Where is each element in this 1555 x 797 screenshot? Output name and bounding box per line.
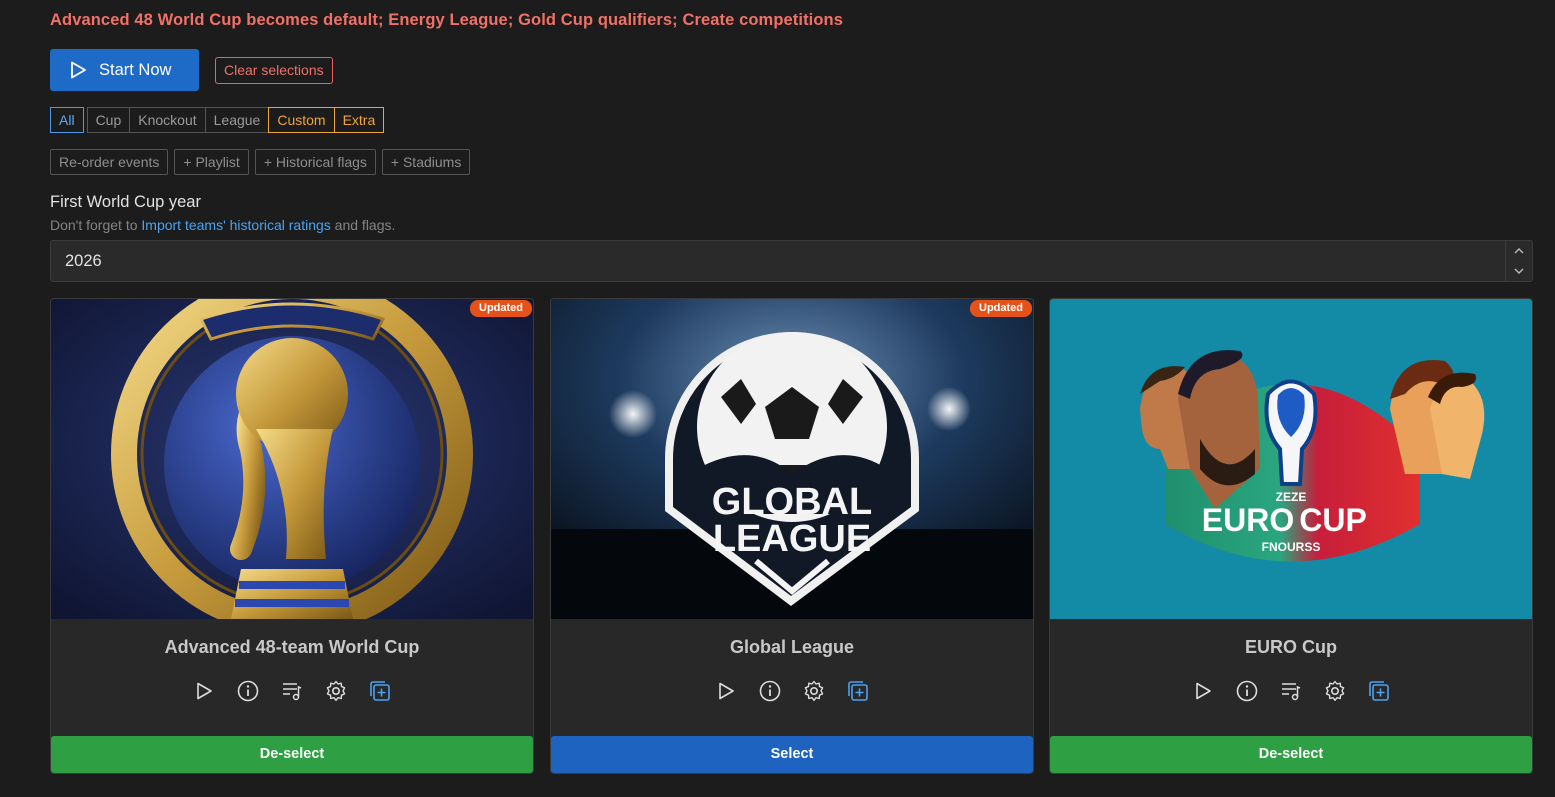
deselect-button[interactable]: De-select	[1050, 736, 1532, 773]
global-text-2: LEAGUE	[713, 518, 871, 560]
deselect-button[interactable]: De-select	[51, 736, 533, 773]
world-cup-image	[51, 299, 533, 619]
filter-custom[interactable]: Custom	[268, 107, 335, 133]
gear-icon[interactable]	[803, 679, 826, 702]
playlist-icon[interactable]	[281, 679, 304, 702]
import-ratings-link[interactable]: Import teams' historical ratings	[141, 217, 330, 233]
euro-cup-image: ZEZE EURO CUP FNOURSS	[1050, 299, 1532, 619]
gear-icon[interactable]	[325, 679, 348, 702]
first-year-input[interactable]: 2026	[50, 240, 1533, 282]
cup-text: CUP	[1299, 502, 1367, 538]
start-now-label: Start Now	[99, 60, 172, 79]
filter-cup[interactable]: Cup	[86, 107, 131, 133]
start-now-button[interactable]: Start Now	[50, 49, 199, 91]
filter-all[interactable]: All	[50, 107, 84, 133]
year-stepper[interactable]	[1505, 241, 1532, 281]
competition-card-global-league: GLOBAL LEAGUE Updated Global League Sele…	[550, 298, 1034, 774]
add-playlist-button[interactable]: + Playlist	[174, 149, 249, 175]
reorder-events-button[interactable]: Re-order events	[50, 149, 169, 175]
filter-league[interactable]: League	[204, 107, 270, 133]
filter-knockout[interactable]: Knockout	[129, 107, 206, 133]
chevron-up-icon[interactable]	[1514, 248, 1524, 254]
euro-sub-text: FNOURSS	[1262, 540, 1321, 554]
first-year-value: 2026	[65, 252, 102, 270]
chevron-down-icon[interactable]	[1514, 268, 1524, 274]
info-icon[interactable]	[237, 679, 260, 702]
playlist-icon[interactable]	[1280, 679, 1303, 702]
announcement-banner: Advanced 48 World Cup becomes default; E…	[50, 11, 843, 29]
info-icon[interactable]	[759, 679, 782, 702]
play-icon[interactable]	[715, 679, 738, 702]
updated-badge: Updated	[470, 300, 532, 317]
play-icon[interactable]	[193, 679, 216, 702]
add-stadiums-button[interactable]: + Stadiums	[381, 149, 471, 175]
competition-page: Advanced 48 World Cup becomes default; E…	[0, 0, 1555, 797]
add-copy-icon[interactable]	[369, 679, 392, 702]
category-filters: All Cup Knockout League Custom Extra	[50, 107, 385, 133]
global-league-image: GLOBAL LEAGUE	[551, 299, 1033, 619]
updated-badge: Updated	[970, 300, 1032, 317]
tool-buttons: Re-order events + Playlist + Historical …	[50, 149, 471, 175]
select-button[interactable]: Select	[551, 736, 1033, 773]
card-title: EURO Cup	[1245, 637, 1337, 657]
info-icon[interactable]	[1236, 679, 1259, 702]
add-copy-icon[interactable]	[1368, 679, 1391, 702]
first-year-label: First World Cup year	[50, 193, 201, 211]
hint-prefix: Don't forget to	[50, 217, 142, 233]
competition-card-world-cup: Updated Advanced 48-team World Cup De-se…	[50, 298, 534, 774]
card-title: Advanced 48-team World Cup	[164, 637, 420, 657]
clear-selections-button[interactable]: Clear selections	[215, 57, 333, 84]
global-text-1: GLOBAL	[712, 481, 872, 523]
euro-text: EURO	[1202, 502, 1294, 538]
gear-icon[interactable]	[1324, 679, 1347, 702]
card-actions	[51, 679, 533, 702]
add-historical-flags-button[interactable]: + Historical flags	[254, 149, 376, 175]
play-icon	[71, 61, 86, 79]
year-hint: Don't forget to Import teams' historical…	[50, 217, 395, 233]
hint-suffix: and flags.	[330, 217, 396, 233]
filter-extra[interactable]: Extra	[333, 107, 385, 133]
card-title: Global League	[729, 637, 855, 657]
card-actions	[1050, 679, 1532, 702]
add-copy-icon[interactable]	[847, 679, 870, 702]
card-actions	[551, 679, 1033, 702]
play-icon[interactable]	[1192, 679, 1215, 702]
competition-card-euro-cup: ZEZE EURO CUP FNOURSS EURO Cup De-select	[1049, 298, 1533, 774]
